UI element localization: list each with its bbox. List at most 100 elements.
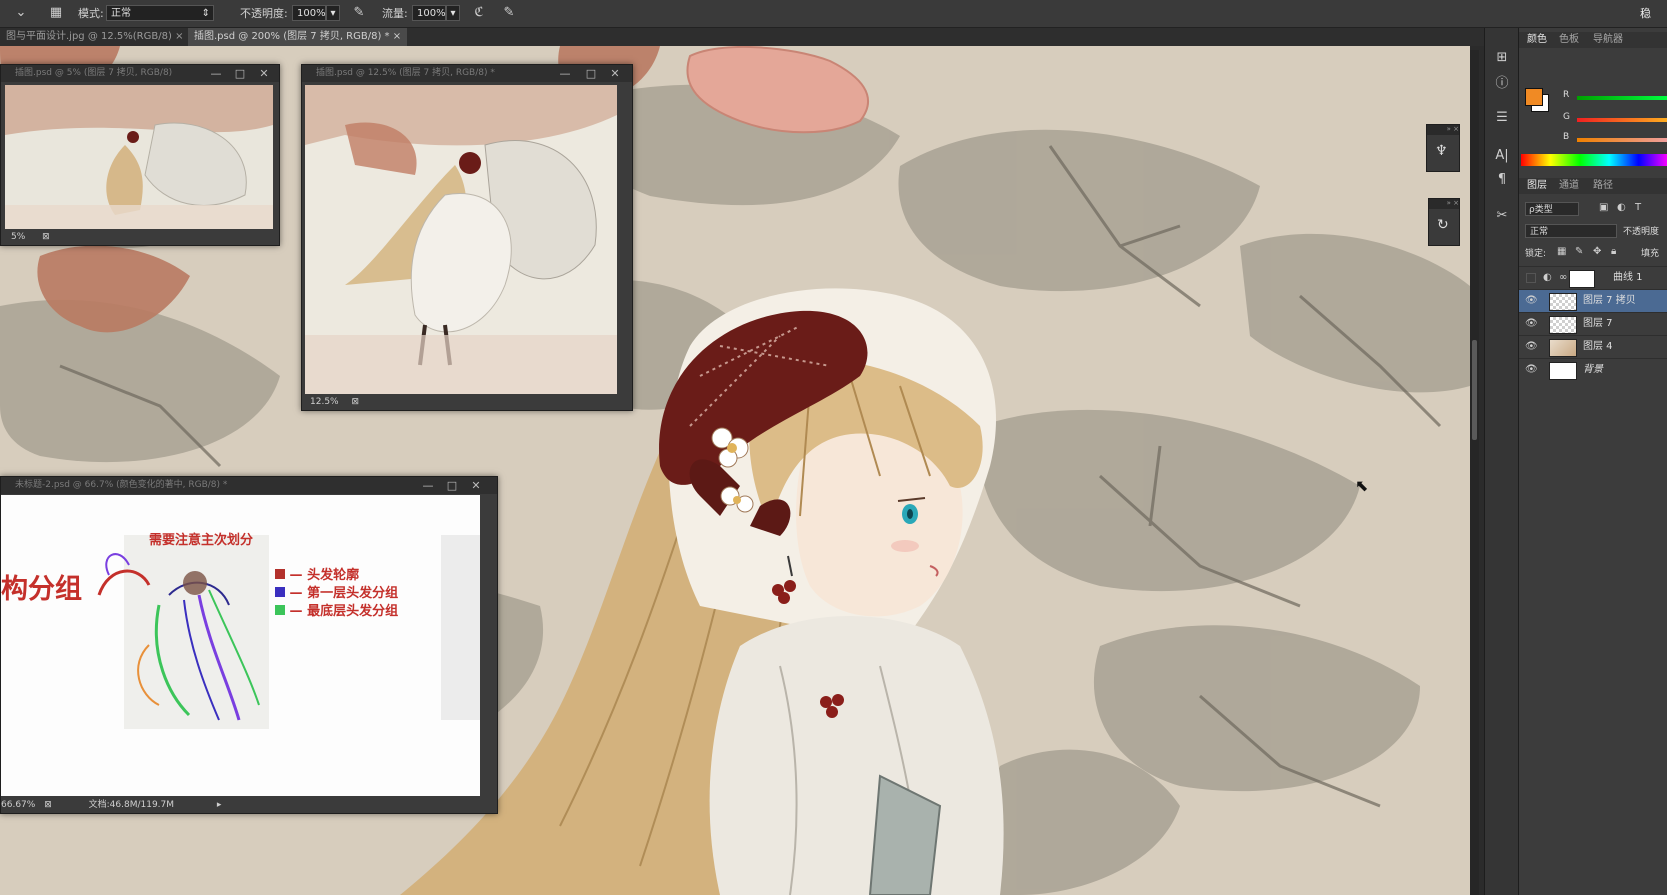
- layer-row-layer7[interactable]: 👁︎ 图层 7: [1519, 312, 1667, 335]
- document-window-small[interactable]: 插图.psd @ 5% (图层 7 拷贝, RGB/8) — □ ✕ 5% ⊠: [0, 64, 280, 246]
- canvas-area[interactable]: 插图.psd @ 5% (图层 7 拷贝, RGB/8) — □ ✕ 5% ⊠ …: [0, 46, 1470, 895]
- green-slider[interactable]: [1577, 118, 1667, 122]
- legend-swatch: [275, 587, 285, 597]
- minimize-icon[interactable]: —: [417, 477, 439, 494]
- layer-row-layer7-copy[interactable]: 👁︎ 图层 7 拷贝: [1519, 289, 1667, 312]
- floating-panel-1[interactable]: » × ♆: [1426, 124, 1460, 172]
- mode-select[interactable]: 正常 ⇕: [106, 5, 214, 21]
- flow-input[interactable]: 100%: [412, 5, 446, 21]
- legend-item: — 最底层头发分组: [275, 603, 398, 621]
- brush-panel-toggle-icon[interactable]: ▦: [47, 4, 65, 22]
- document-window-large[interactable]: 插图.psd @ 12.5% (图层 7 拷贝, RGB/8) * — □ ✕ …: [301, 64, 633, 411]
- character-icon[interactable]: A|: [1492, 146, 1512, 166]
- zoom-level[interactable]: 66.67%: [1, 800, 35, 810]
- color-panel-tabs: 颜色 色板 导航器: [1519, 32, 1667, 48]
- layer-name[interactable]: 图层 4: [1583, 336, 1613, 358]
- tab-layers[interactable]: 图层: [1527, 178, 1547, 194]
- layer-thumbnail: [1549, 362, 1577, 380]
- tab-swatches[interactable]: 色板: [1559, 32, 1579, 48]
- link-icon: ∞: [1559, 272, 1568, 283]
- layer-row-background[interactable]: 👁︎ 背景: [1519, 358, 1667, 381]
- eye-icon[interactable]: 👁︎: [1525, 341, 1538, 353]
- play-arrow-icon[interactable]: ▸: [217, 800, 222, 810]
- maximize-icon[interactable]: □: [580, 65, 602, 82]
- zoom-level[interactable]: 5%: [11, 232, 25, 242]
- top-right-label[interactable]: 稳: [1640, 0, 1651, 27]
- eye-icon[interactable]: 👁︎: [1525, 295, 1538, 307]
- close-icon[interactable]: ×: [393, 31, 401, 42]
- tab-navigator[interactable]: 导航器: [1593, 32, 1623, 48]
- close-icon[interactable]: ✕: [465, 477, 487, 494]
- doc-info[interactable]: 文档:46.8M/119.7M: [89, 800, 174, 810]
- layer-name[interactable]: 背景: [1583, 359, 1603, 381]
- layer-row-layer4[interactable]: 👁︎ 图层 4: [1519, 335, 1667, 358]
- tab-channels[interactable]: 通道: [1559, 178, 1579, 194]
- zoom-level[interactable]: 12.5%: [310, 397, 339, 407]
- dropdown-arrow-icon: ⇕: [201, 8, 210, 19]
- maximize-icon[interactable]: □: [441, 477, 463, 494]
- paragraph-icon[interactable]: ¶: [1492, 170, 1512, 190]
- eye-icon[interactable]: 👁︎: [1525, 364, 1538, 376]
- close-icon[interactable]: ×: [175, 31, 183, 42]
- filter-adjustment-icon[interactable]: ◐: [1617, 202, 1626, 213]
- flow-dropdown-arrow-icon[interactable]: ▾: [446, 5, 460, 21]
- brush-preset-picker[interactable]: ⌄: [6, 4, 36, 22]
- tab-document-1[interactable]: 图与平面设计.jpg @ 12.5%(RGB/8) ×: [0, 28, 189, 46]
- panel-icon-column: ⊞ ⓘ ☰ A| ¶ ✂: [1484, 28, 1518, 895]
- panel-collapse-icon[interactable]: » ×: [1427, 125, 1459, 135]
- layer-name[interactable]: 图层 7: [1583, 313, 1613, 335]
- status-info-icon[interactable]: ⊠: [351, 397, 359, 407]
- filter-type-icon[interactable]: T: [1635, 202, 1641, 213]
- visibility-empty-box[interactable]: [1526, 273, 1536, 283]
- maximize-icon[interactable]: □: [229, 65, 251, 82]
- floating-panel-2[interactable]: » × ↻: [1428, 198, 1460, 246]
- airbrush-icon[interactable]: ℭ: [470, 4, 488, 22]
- minimize-icon[interactable]: —: [205, 65, 227, 82]
- eye-icon[interactable]: 👁︎: [1525, 318, 1538, 330]
- lock-all-icon[interactable]: 🔒︎: [1611, 246, 1616, 257]
- foreground-color-swatch[interactable]: [1525, 88, 1543, 106]
- pressure-opacity-icon[interactable]: ✎: [350, 4, 368, 22]
- tab-document-2[interactable]: 插图.psd @ 200% (图层 7 拷贝, RGB/8) * ×: [188, 28, 408, 46]
- layer-filter-select[interactable]: ρ类型: [1525, 202, 1579, 216]
- pressure-size-icon[interactable]: ✎: [500, 4, 518, 22]
- lock-transparent-icon[interactable]: ▦: [1557, 246, 1566, 257]
- properties-icon[interactable]: ☰: [1492, 108, 1512, 128]
- canvas-scroll-thumb[interactable]: [1472, 340, 1477, 440]
- history-icon[interactable]: ⊞: [1492, 48, 1512, 68]
- opacity-input[interactable]: 100%: [292, 5, 326, 21]
- tab-color[interactable]: 颜色: [1527, 32, 1547, 48]
- brush-tool-icon[interactable]: ♆: [1435, 143, 1448, 159]
- history-brush-icon[interactable]: ↻: [1437, 217, 1449, 233]
- panel-collapse-icon[interactable]: » ×: [1429, 199, 1459, 209]
- window-status-bar: 5% ⊠: [1, 229, 279, 245]
- layer-name[interactable]: 图层 7 拷贝: [1583, 290, 1636, 312]
- blue-slider[interactable]: [1577, 138, 1667, 142]
- layer-mask-thumbnail: [1569, 270, 1595, 288]
- green-label: G: [1563, 112, 1570, 122]
- layer-row-curves[interactable]: ◐ ∞ 曲线 1: [1519, 266, 1667, 289]
- tool-presets-icon[interactable]: ✂: [1492, 206, 1512, 226]
- close-icon[interactable]: ✕: [253, 65, 275, 82]
- color-spectrum[interactable]: [1521, 154, 1667, 166]
- document-tab-bar: 图与平面设计.jpg @ 12.5%(RGB/8) × 插图.psd @ 200…: [0, 28, 1510, 46]
- blend-mode-select[interactable]: 正常: [1525, 224, 1617, 238]
- red-slider[interactable]: [1577, 96, 1667, 100]
- tab-paths[interactable]: 路径: [1593, 178, 1613, 194]
- hair-legend: — 头发轮廓 — 第一层头发分组 — 最底层头发分组: [275, 567, 398, 621]
- layer-name[interactable]: 曲线 1: [1613, 267, 1643, 289]
- layer-thumbnail: [1549, 316, 1577, 334]
- status-info-icon[interactable]: ⊠: [44, 800, 52, 810]
- lock-position-icon[interactable]: ✥: [1593, 246, 1601, 257]
- close-icon[interactable]: ✕: [604, 65, 626, 82]
- filter-pixel-icon[interactable]: ▣: [1599, 202, 1608, 213]
- info-icon[interactable]: ⓘ: [1492, 74, 1512, 94]
- opacity-dropdown-arrow-icon[interactable]: ▾: [326, 5, 340, 21]
- minimize-icon[interactable]: —: [554, 65, 576, 82]
- lock-pixels-icon[interactable]: ✎: [1575, 246, 1583, 257]
- slide-headline: 构分组: [1, 574, 82, 605]
- canvas-scrollbar[interactable]: [1470, 50, 1479, 895]
- thumbnail-large: [305, 85, 617, 394]
- status-info-icon[interactable]: ⊠: [42, 232, 50, 242]
- document-window-tutorial[interactable]: 未标题-2.psd @ 66.7% (颜色变化的著中, RGB/8) * — □…: [0, 476, 498, 814]
